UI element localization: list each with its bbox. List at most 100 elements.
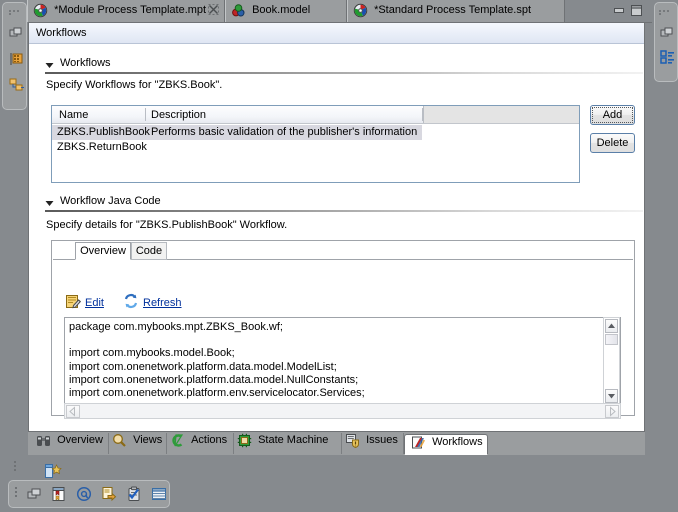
action-icon bbox=[170, 433, 185, 448]
column-divider[interactable] bbox=[145, 108, 146, 121]
close-icon[interactable] bbox=[208, 4, 219, 15]
hierarchy-icon[interactable] bbox=[8, 77, 24, 93]
form-scroll-body: Workflows Specify Workflows for "ZBKS.Bo… bbox=[29, 45, 644, 431]
workflows-table[interactable]: Name Description ZBKS.PublishBook Perfor… bbox=[51, 105, 580, 183]
code-horizontal-scrollbar[interactable] bbox=[64, 403, 621, 419]
column-header-name[interactable]: Name bbox=[59, 109, 88, 121]
minimize-button[interactable] bbox=[613, 5, 626, 16]
left-tool-rail bbox=[0, 0, 27, 455]
maximize-button[interactable] bbox=[630, 5, 643, 16]
process-template-icon bbox=[33, 3, 48, 18]
right-rail-grip[interactable] bbox=[659, 9, 673, 15]
delete-button-label: Delete bbox=[596, 137, 629, 149]
tab-views-view[interactable]: Views bbox=[109, 433, 167, 454]
form-header: Workflows bbox=[29, 23, 644, 44]
tab-workflows-view[interactable]: Workflows bbox=[404, 434, 488, 455]
bookmarks-icon[interactable] bbox=[51, 486, 67, 502]
restore-view-icon[interactable] bbox=[8, 25, 24, 41]
editor-tab-label: *Standard Process Template.spt bbox=[374, 4, 532, 16]
table-row[interactable]: ZBKS.ReturnBook bbox=[52, 140, 579, 155]
database-icon[interactable] bbox=[8, 51, 24, 67]
editor-area: *Module Process Template.mpt Book.model … bbox=[27, 0, 652, 455]
column-header-description[interactable]: Description bbox=[151, 109, 206, 121]
tab-overview-label: Overview bbox=[80, 245, 126, 257]
tab-actions-view[interactable]: Actions bbox=[167, 433, 234, 454]
editor-tab-strip: *Module Process Template.mpt Book.model … bbox=[27, 0, 652, 23]
editor-tab-book-model[interactable]: Book.model bbox=[225, 0, 347, 22]
section-rule-workflows bbox=[45, 72, 643, 74]
at-icon[interactable] bbox=[76, 486, 92, 502]
tab-code[interactable]: Code bbox=[131, 242, 167, 260]
magnifier-icon bbox=[112, 433, 127, 448]
tab-overview[interactable]: Overview bbox=[75, 242, 131, 260]
refresh-link[interactable]: Refresh bbox=[143, 297, 182, 309]
left-rail-grip[interactable] bbox=[9, 9, 23, 15]
status-trim-area bbox=[0, 455, 678, 512]
section-description-workflows: Specify Workflows for "ZBKS.Book". bbox=[46, 79, 223, 91]
tab-label: Overview bbox=[57, 434, 103, 446]
form-client-area: Workflows Workflows Specify Workflows fo… bbox=[28, 22, 645, 432]
view-tab-bar: Overview Views Actions State Machine Iss… bbox=[28, 432, 645, 455]
trim-grip[interactable] bbox=[14, 461, 18, 475]
section-title-workflows: Workflows bbox=[60, 57, 111, 69]
scroll-left-button[interactable] bbox=[66, 405, 80, 418]
section-description-java-code: Specify details for "ZBKS.PublishBook" W… bbox=[46, 219, 288, 231]
cell-name: ZBKS.PublishBook bbox=[57, 126, 150, 138]
tab-label: State Machine bbox=[258, 434, 329, 446]
issues-shield-icon bbox=[345, 433, 360, 449]
left-rail-box bbox=[2, 2, 27, 110]
workflows-icon bbox=[411, 435, 426, 450]
editor-tab-label: *Module Process Template.mpt bbox=[54, 4, 207, 16]
delete-button[interactable]: Delete bbox=[590, 133, 635, 153]
binoculars-icon bbox=[36, 433, 51, 448]
scroll-up-button[interactable] bbox=[605, 319, 618, 333]
tab-overview-view[interactable]: Overview bbox=[33, 433, 109, 454]
code-text: package com.mybooks.mpt.ZBKS_Book.wf; im… bbox=[69, 321, 365, 400]
section-title-java-code: Workflow Java Code bbox=[60, 195, 161, 207]
tab-label: Issues bbox=[366, 434, 398, 446]
editor-tab-module-process-template[interactable]: *Module Process Template.mpt bbox=[27, 0, 225, 22]
grid-icon[interactable] bbox=[151, 486, 167, 502]
edit-link[interactable]: Edit bbox=[85, 297, 104, 309]
tab-code-label: Code bbox=[135, 245, 163, 257]
process-template-icon bbox=[353, 3, 368, 18]
detail-tab-bar: Overview Code bbox=[53, 242, 633, 261]
new-item-icon[interactable] bbox=[44, 463, 62, 479]
scroll-down-button[interactable] bbox=[605, 389, 618, 403]
outline-icon[interactable] bbox=[659, 49, 675, 65]
status-toolbar bbox=[8, 480, 170, 508]
code-vertical-scrollbar[interactable] bbox=[603, 317, 620, 405]
refresh-icon[interactable] bbox=[123, 293, 139, 309]
right-tool-rail bbox=[652, 0, 678, 455]
scroll-right-button[interactable] bbox=[605, 405, 619, 418]
cell-description: Performs basic validation of the publish… bbox=[151, 126, 418, 138]
chip-icon bbox=[237, 433, 252, 448]
table-header-row: Name Description bbox=[52, 106, 579, 124]
section-twisty-java-code[interactable] bbox=[45, 199, 54, 208]
edit-icon[interactable] bbox=[65, 293, 82, 309]
application-window: *Module Process Template.mpt Book.model … bbox=[0, 0, 678, 512]
restore-view-icon[interactable] bbox=[659, 25, 675, 41]
table-header-filler bbox=[423, 106, 579, 123]
right-rail-box bbox=[654, 2, 678, 82]
add-button[interactable]: Add bbox=[590, 105, 635, 125]
section-rule-java-code bbox=[45, 210, 643, 212]
page-title: Workflows bbox=[36, 27, 87, 39]
export-icon[interactable] bbox=[101, 486, 117, 502]
vertical-scroll-thumb[interactable] bbox=[605, 334, 618, 345]
tab-state-machine-view[interactable]: State Machine bbox=[234, 433, 342, 454]
code-viewer[interactable]: package com.mybooks.mpt.ZBKS_Book.wf; im… bbox=[64, 317, 621, 405]
section-twisty-workflows[interactable] bbox=[45, 61, 54, 70]
editor-tab-label: Book.model bbox=[252, 4, 311, 16]
model-icon bbox=[231, 3, 246, 18]
editor-tab-standard-process-template[interactable]: *Standard Process Template.spt bbox=[347, 0, 565, 22]
tab-issues-view[interactable]: Issues bbox=[342, 433, 404, 454]
toolbar-grip[interactable] bbox=[15, 487, 19, 501]
tasks-icon[interactable] bbox=[126, 486, 142, 502]
tab-label: Views bbox=[133, 434, 163, 446]
restore-icon[interactable] bbox=[26, 486, 42, 502]
cell-name: ZBKS.ReturnBook bbox=[57, 141, 147, 153]
table-row[interactable]: ZBKS.PublishBook Performs basic validati… bbox=[52, 125, 579, 140]
tab-label: Workflows bbox=[432, 436, 483, 448]
tab-label: Actions bbox=[191, 434, 228, 446]
